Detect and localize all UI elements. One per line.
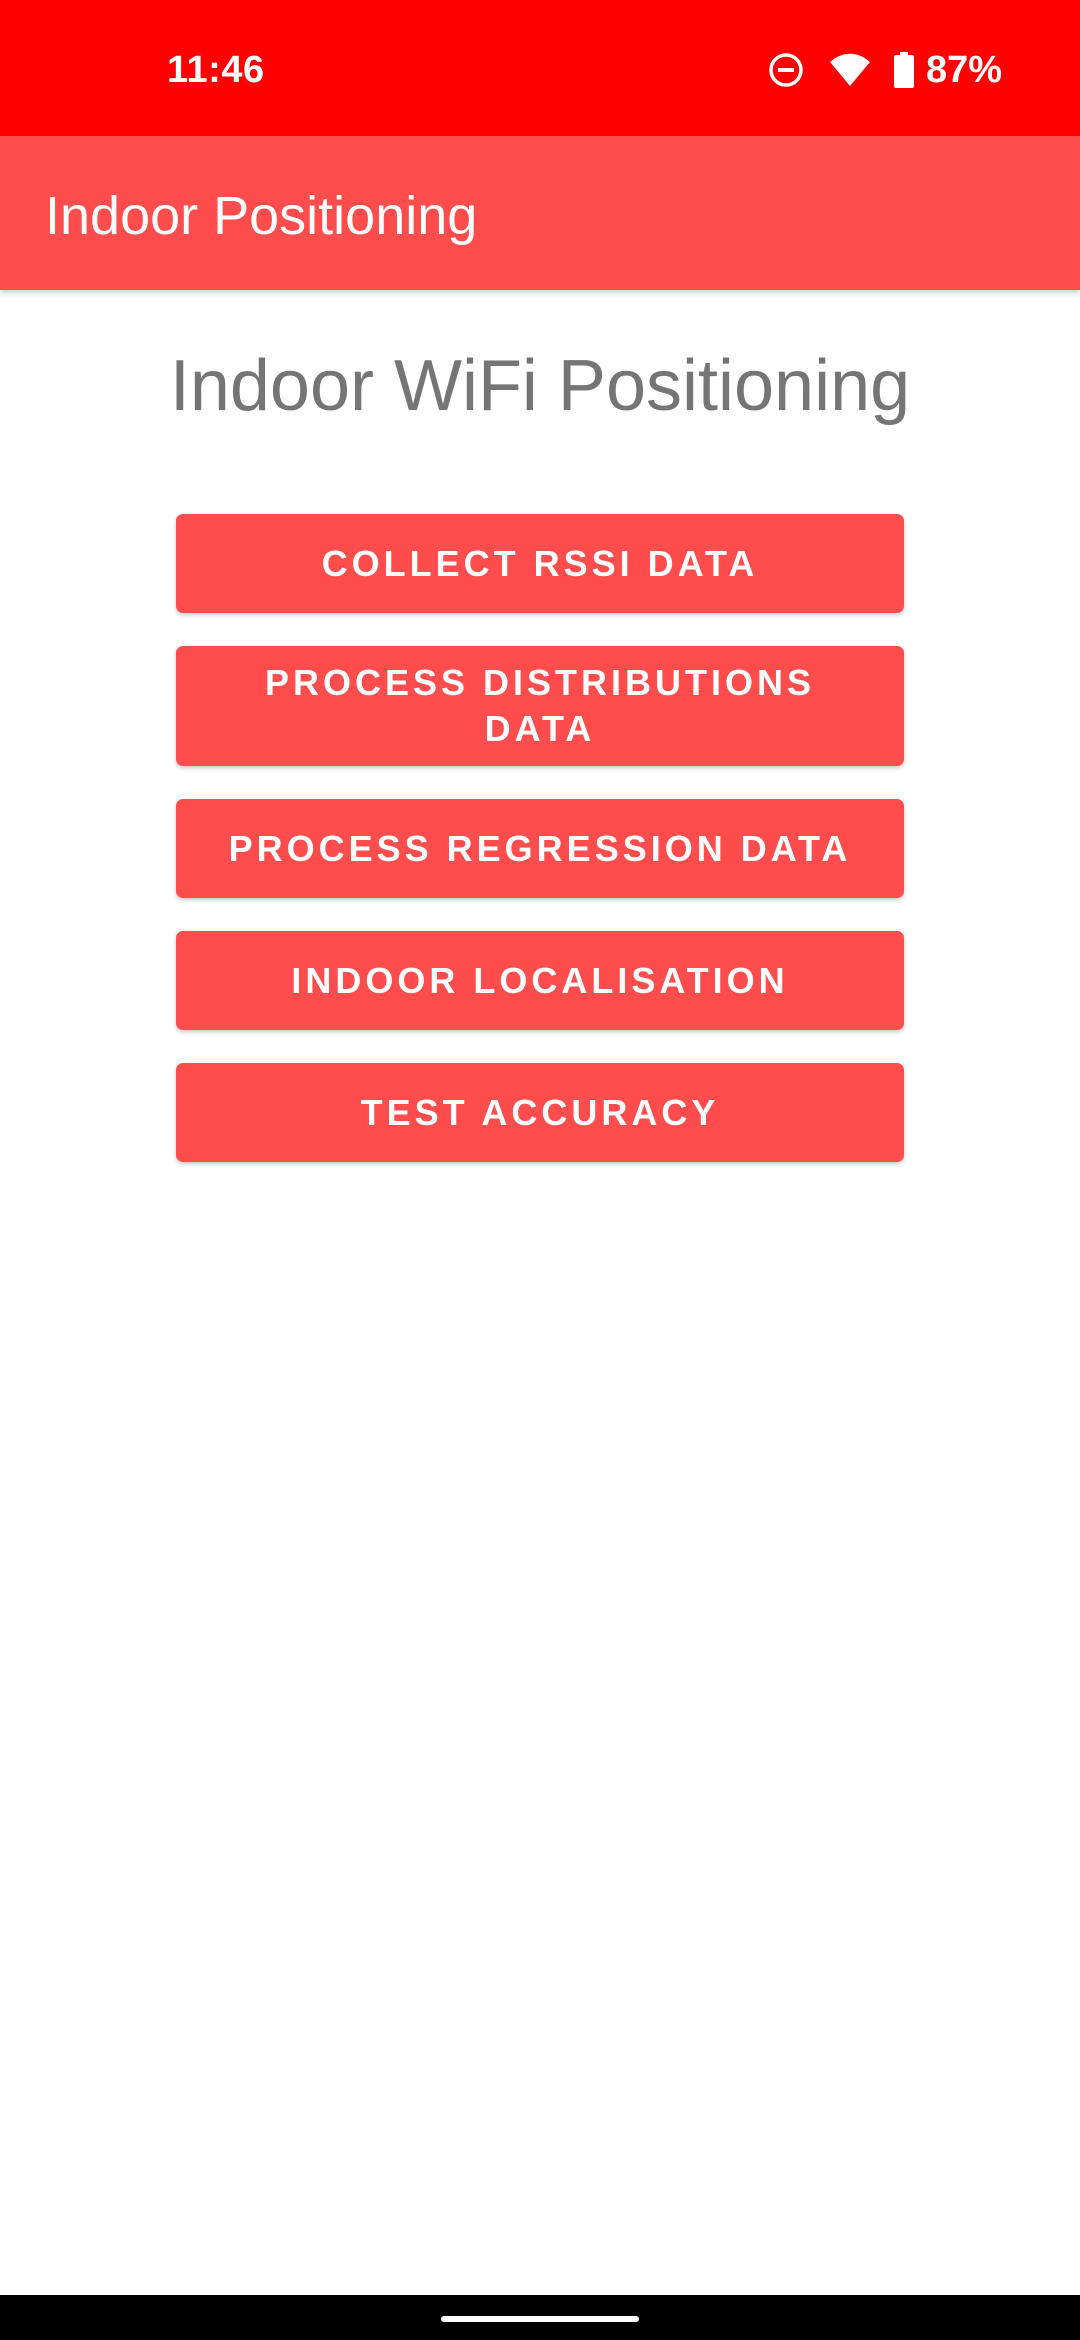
home-gesture-handle[interactable] — [441, 2316, 639, 2322]
navigation-bar — [0, 2295, 1080, 2340]
collect-rssi-data-button[interactable]: COLLECT RSSI DATA — [176, 514, 904, 613]
process-regression-data-button[interactable]: PROCESS REGRESSION DATA — [176, 799, 904, 898]
do-not-disturb-icon — [769, 53, 803, 87]
test-accuracy-button[interactable]: TEST ACCURACY — [176, 1063, 904, 1162]
app-title: Indoor Positioning — [45, 186, 478, 246]
process-distributions-data-button[interactable]: PROCESS DISTRIBUTIONS DATA — [176, 646, 904, 766]
status-time: 11:46 — [167, 49, 265, 91]
indoor-localisation-button[interactable]: INDOOR LOCALISATION — [176, 931, 904, 1030]
battery-percent: 87% — [925, 49, 1002, 91]
app-bar: Indoor Positioning — [0, 136, 1080, 290]
status-bar: 11:46 87% — [0, 0, 1080, 136]
page-heading: Indoor WiFi Positioning — [169, 346, 911, 426]
wifi-icon — [829, 53, 870, 86]
status-icons: 87% — [768, 44, 1002, 96]
battery-icon — [893, 52, 914, 88]
